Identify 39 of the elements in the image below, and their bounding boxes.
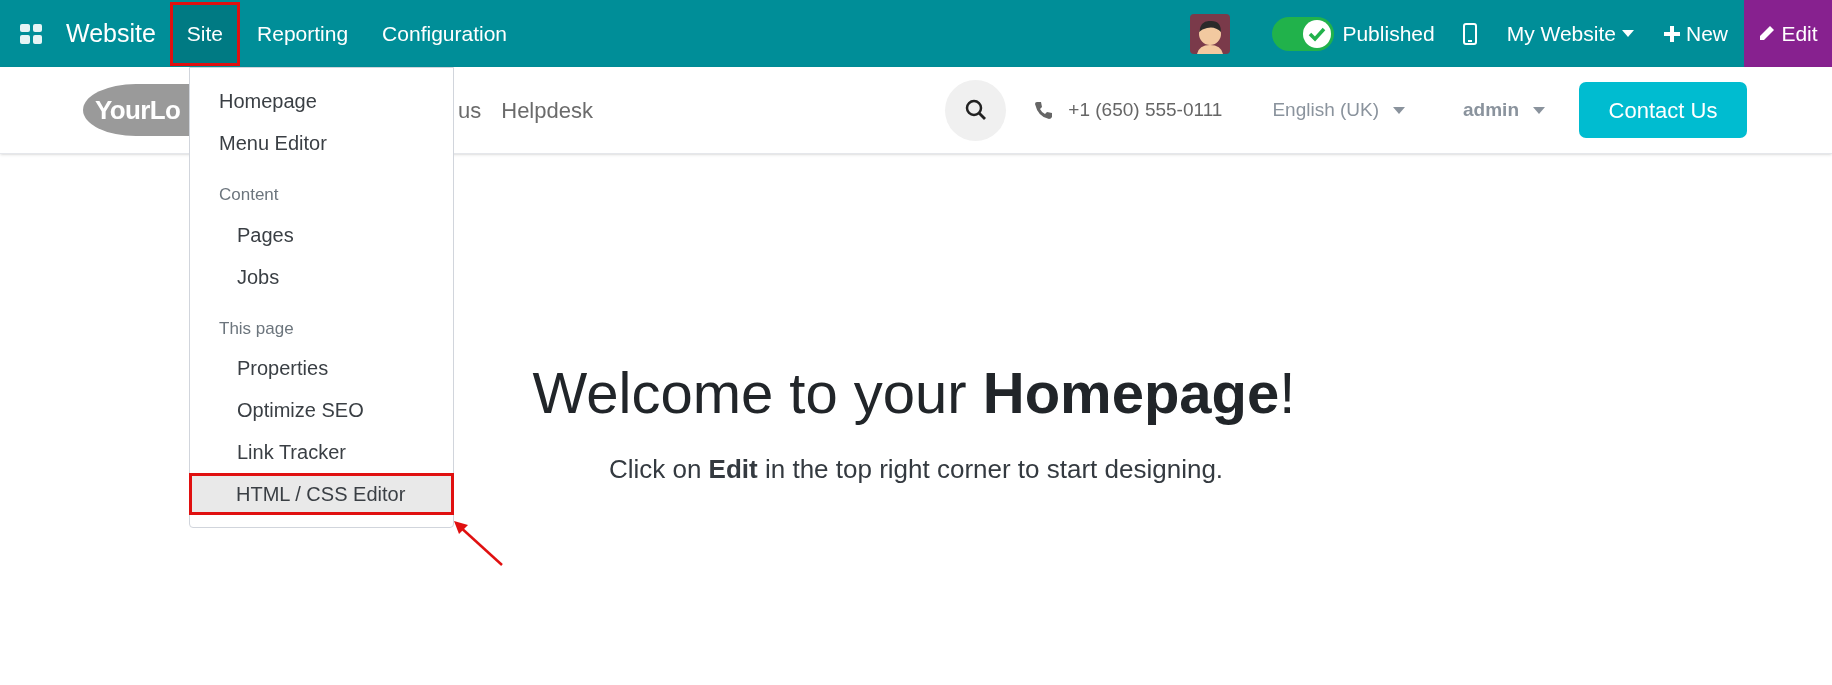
menu-item[interactable]: Homepage: [190, 80, 453, 122]
menu-item[interactable]: Jobs: [190, 255, 453, 298]
website-switcher[interactable]: My Website: [1506, 17, 1634, 50]
annotation-arrow: [452, 519, 504, 567]
menu-item[interactable]: HTML / CSS Editor: [189, 473, 454, 515]
avatar-icon[interactable]: [1190, 13, 1231, 54]
menu-item[interactable]: Optimize SEO: [190, 389, 453, 431]
phone-number: +1 (650) 555-0111: [1068, 97, 1223, 122]
menu-tab[interactable]: Configuration: [365, 1, 525, 66]
logo[interactable]: YourLo: [83, 84, 189, 136]
menu-tab[interactable]: Reporting: [240, 1, 366, 66]
menu-item[interactable]: Pages: [190, 213, 453, 256]
plus-icon: [1664, 25, 1680, 42]
publish-label: Published: [1342, 20, 1435, 47]
phone-icon: [1034, 101, 1053, 119]
menu-section-header: This page: [218, 317, 295, 340]
mobile-preview-icon[interactable]: [1462, 22, 1477, 45]
pencil-icon: [1758, 25, 1776, 42]
publish-toggle[interactable]: [1272, 16, 1335, 51]
caret-icon: [1393, 106, 1406, 114]
welcome-heading: Welcome to your Homepage!: [532, 359, 1296, 427]
menu-item[interactable]: Properties: [190, 347, 453, 389]
instruction-text: Click on Edit in the top right corner to start designing.: [608, 453, 1224, 486]
user-menu[interactable]: admin: [1463, 95, 1545, 125]
caret-icon: [1533, 106, 1545, 114]
nav-link[interactable]: us: [458, 93, 482, 127]
menu-item[interactable]: Link Tracker: [190, 431, 453, 473]
app-name[interactable]: Website: [66, 14, 156, 53]
caret-icon: [1622, 30, 1634, 37]
apps-menu-icon[interactable]: [20, 23, 42, 44]
menu-section-header: Content: [218, 184, 280, 206]
nav-link[interactable]: Helpdesk: [501, 93, 593, 127]
check-icon: [1303, 19, 1332, 48]
new-button[interactable]: New: [1664, 17, 1728, 50]
edit-button[interactable]: Edit: [1744, 0, 1832, 67]
language-selector[interactable]: English (UK): [1272, 95, 1406, 125]
menu-item[interactable]: Menu Editor: [190, 122, 453, 164]
menu-tab[interactable]: Site: [169, 1, 241, 66]
search-icon: [964, 99, 987, 121]
